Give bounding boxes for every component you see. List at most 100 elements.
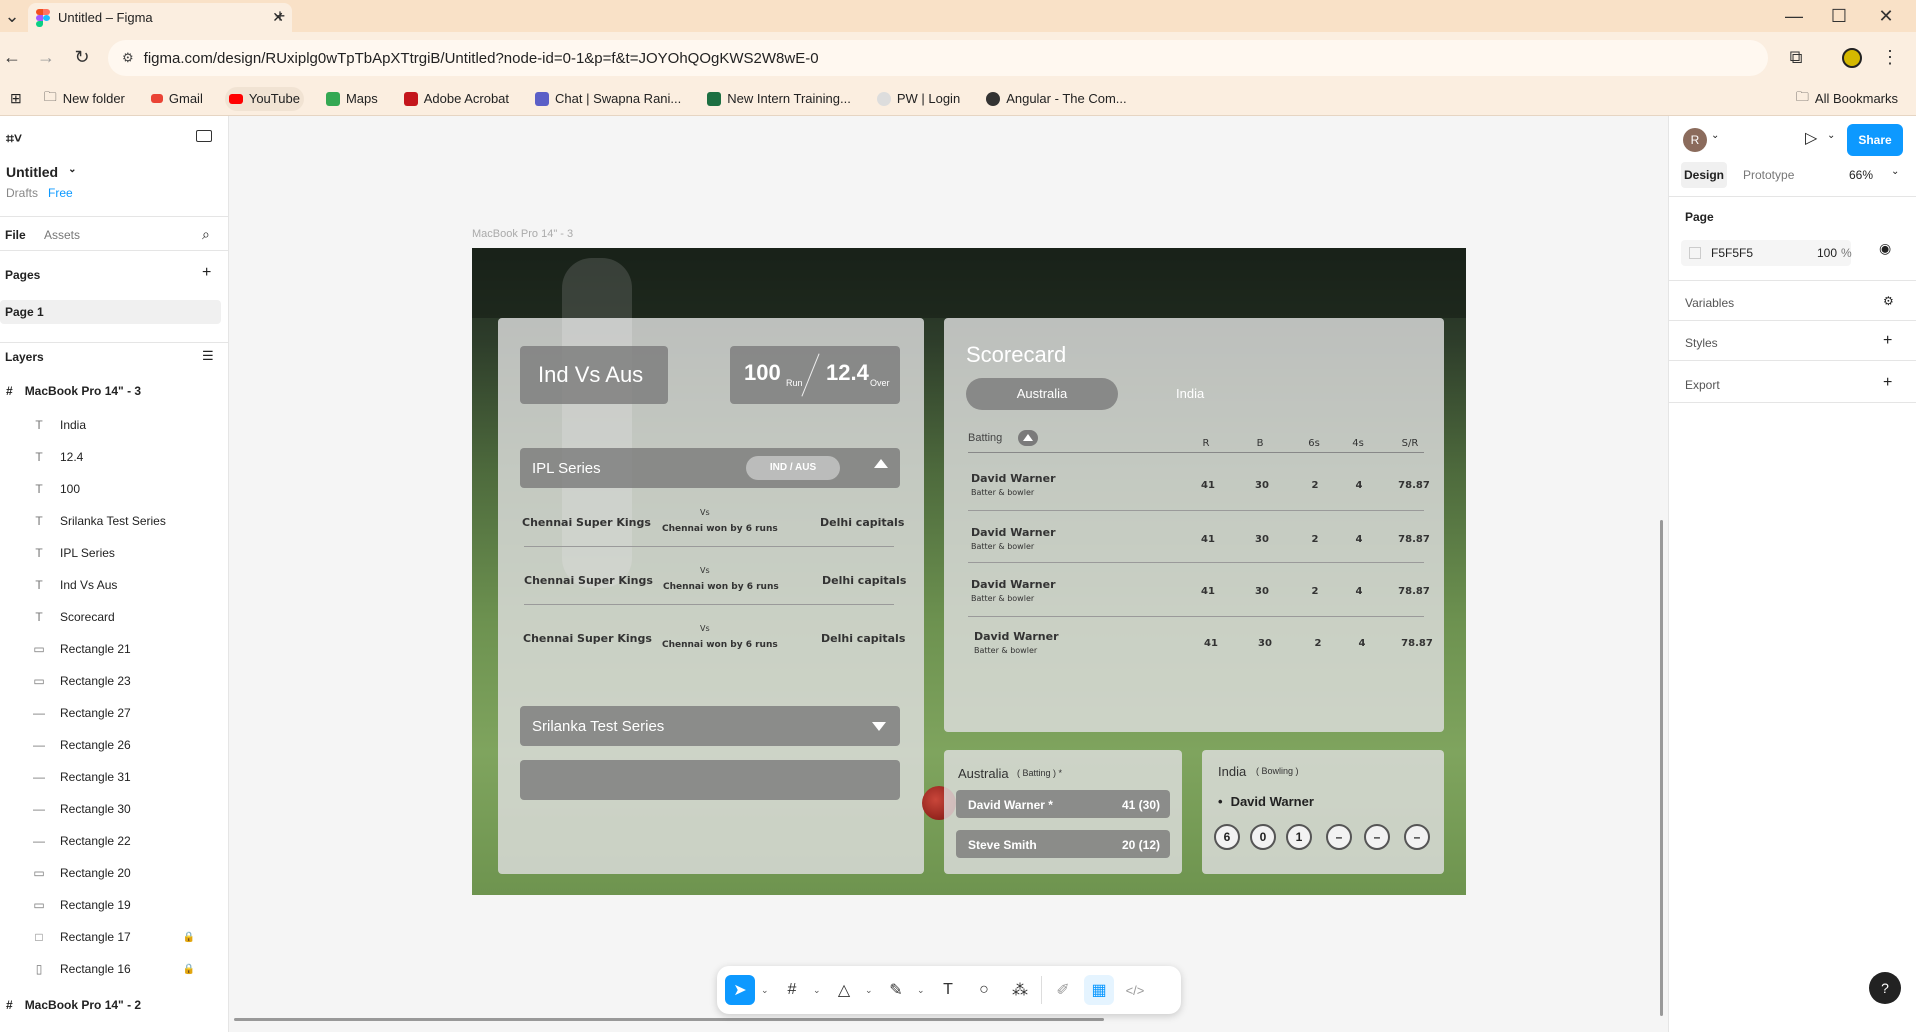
layer-item[interactable]: T 100 [0, 473, 229, 505]
add-export-icon[interactable]: + [1883, 374, 1892, 392]
chevron-down-icon[interactable]: ⌄ [1827, 130, 1835, 141]
bookmark-new-folder[interactable]: 🗀 New folder [40, 87, 129, 111]
frame-tool-icon[interactable]: # [777, 975, 807, 1005]
draw-mode-icon[interactable]: ✐ [1048, 975, 1078, 1005]
chevron-down-icon[interactable]: ⌄ [917, 985, 927, 996]
layer-item[interactable]: T India [0, 409, 229, 441]
profile-avatar[interactable] [1842, 48, 1862, 68]
lock-icon[interactable]: 🔒 [183, 932, 195, 943]
srilanka-series-header[interactable]: Srilanka Test Series [520, 706, 900, 746]
sidebar-toggle-icon[interactable] [196, 130, 212, 142]
add-style-icon[interactable]: + [1883, 332, 1892, 350]
current-batsman-2[interactable]: Steve Smith 20 (12) [956, 830, 1170, 858]
horizontal-scrollbar[interactable] [234, 1018, 1104, 1021]
empty-series-bar[interactable] [520, 760, 900, 800]
layer-item[interactable]: T Scorecard [0, 601, 229, 633]
bookmark-maps[interactable]: Maps [322, 87, 382, 111]
main-menu-icon[interactable]: ⌗˅ [6, 130, 22, 147]
variables-settings-icon[interactable]: ⚙ [1883, 294, 1894, 308]
layer-item[interactable]: □ Rectangle 17 🔒 [0, 921, 229, 953]
move-tool-icon[interactable]: ➤ [725, 975, 755, 1005]
tab-prototype[interactable]: Prototype [1743, 168, 1794, 182]
add-page-icon[interactable]: + [202, 264, 211, 282]
design-mode-icon[interactable]: ▦ [1084, 975, 1114, 1005]
bookmark-chat[interactable]: Chat | Swapna Rani... [531, 87, 685, 111]
present-play-icon[interactable]: ▷ [1805, 128, 1817, 148]
layer-item[interactable]: ▯ Rectangle 16 🔒 [0, 953, 229, 985]
apps-grid-icon[interactable]: ⊞ [10, 90, 22, 107]
match-title[interactable]: Ind Vs Aus [520, 346, 668, 404]
drafts-link[interactable]: Drafts [6, 186, 38, 200]
tab-design[interactable]: Design [1681, 162, 1727, 188]
all-bookmarks[interactable]: 🗀 All Bookmarks [1792, 87, 1902, 111]
site-info-icon[interactable]: ⚙ [122, 50, 134, 66]
chevron-down-icon[interactable]: ⌄ [865, 985, 875, 996]
layer-item[interactable]: — Rectangle 30 [0, 793, 229, 825]
layer-item[interactable]: ▭ Rectangle 19 [0, 889, 229, 921]
layer-item[interactable]: — Rectangle 31 [0, 761, 229, 793]
batting-toggle[interactable] [1018, 430, 1038, 446]
layer-item[interactable]: — Rectangle 26 [0, 729, 229, 761]
extensions-icon[interactable]: ⧉ [1784, 45, 1808, 69]
bookmark-youtube[interactable]: YouTube [224, 86, 304, 111]
layer-item[interactable]: — Rectangle 27 [0, 697, 229, 729]
close-window-icon[interactable]: ✕ [1874, 4, 1898, 28]
layer-item[interactable]: ▭ Rectangle 20 [0, 857, 229, 889]
share-button[interactable]: Share [1847, 124, 1903, 156]
help-button[interactable]: ? [1869, 972, 1901, 1004]
plan-badge[interactable]: Free [48, 186, 73, 200]
expand-down-icon[interactable] [872, 722, 886, 731]
page-item-page-1[interactable]: Page 1 [0, 300, 221, 324]
layer-item[interactable]: T IPL Series [0, 537, 229, 569]
frame-label[interactable]: MacBook Pro 14" - 3 [472, 228, 573, 240]
visibility-eye-icon[interactable]: ◉ [1879, 240, 1891, 257]
file-name[interactable]: Untitled ⌄ [6, 164, 77, 180]
bookmark-pw-login[interactable]: PW | Login [873, 87, 964, 111]
layer-item[interactable]: ▭ Rectangle 23 [0, 665, 229, 697]
pen-tool-icon[interactable]: ✎ [881, 975, 911, 1005]
collapse-up-icon[interactable] [874, 459, 888, 468]
bookmark-angular[interactable]: Angular - The Com... [982, 87, 1130, 111]
bookmark-intern-training[interactable]: New Intern Training... [703, 87, 855, 111]
search-icon[interactable]: ⌕ [202, 226, 210, 243]
chevron-down-icon[interactable]: ⌄ [1711, 130, 1719, 141]
ipl-series-header[interactable]: IPL Series IND / AUS [520, 448, 900, 488]
chevron-down-icon[interactable]: ⌄ [1891, 166, 1899, 177]
layer-frame-2[interactable]: # MacBook Pro 14" - 2 [6, 998, 141, 1012]
layer-item[interactable]: T Ind Vs Aus [0, 569, 229, 601]
layer-item[interactable]: ▭ Rectangle 21 [0, 633, 229, 665]
zoom-level[interactable]: 66% [1849, 168, 1873, 182]
tab-australia[interactable]: Australia [966, 378, 1118, 410]
maximize-icon[interactable]: ☐ [1827, 4, 1851, 28]
url-bar[interactable]: ⚙ figma.com/design/RUxiplg0wTpTbApXTtrgi… [108, 40, 1768, 76]
reload-icon[interactable]: ↻ [70, 45, 94, 69]
current-batsman-1[interactable]: David Warner * 41 (30) [956, 790, 1170, 818]
page-opacity-value[interactable]: 100 [1817, 246, 1837, 260]
lock-icon[interactable]: 🔒 [183, 964, 195, 975]
layer-item[interactable]: — Rectangle 22 [0, 825, 229, 857]
browser-tab[interactable]: Untitled – Figma ✕ [28, 3, 292, 32]
minimize-icon[interactable]: — [1782, 4, 1806, 28]
chrome-menu-icon[interactable]: ⋮ [1878, 45, 1902, 69]
page-fill-field[interactable]: F5F5F5 100 % [1681, 240, 1852, 266]
tab-file[interactable]: File [5, 228, 26, 242]
ipl-badge[interactable]: IND / AUS [746, 456, 840, 480]
dev-mode-icon[interactable]: </> [1120, 975, 1150, 1005]
tab-india[interactable]: India [1176, 386, 1204, 401]
bookmark-gmail[interactable]: Gmail [147, 87, 207, 111]
tab-list-chevron-icon[interactable]: ⌄ [0, 4, 24, 28]
chevron-down-icon[interactable]: ⌄ [813, 985, 823, 996]
design-frame[interactable]: Ind Vs Aus 100 Run 12.4 Over IPL Series … [472, 248, 1466, 895]
layer-item[interactable]: T Srilanka Test Series [0, 505, 229, 537]
chevron-down-icon[interactable]: ⌄ [761, 985, 771, 996]
back-icon[interactable]: ← [0, 45, 24, 69]
tab-assets[interactable]: Assets [44, 228, 80, 242]
text-tool-icon[interactable]: T [933, 975, 963, 1005]
new-tab-icon[interactable]: + [268, 4, 292, 28]
color-swatch[interactable] [1689, 247, 1701, 259]
bookmark-adobe-acrobat[interactable]: Adobe Acrobat [400, 87, 513, 111]
comment-tool-icon[interactable]: ○ [969, 975, 999, 1005]
page-color-value[interactable]: F5F5F5 [1711, 246, 1753, 260]
layer-frame-3[interactable]: # MacBook Pro 14" - 3 [6, 384, 141, 398]
components-tool-icon[interactable]: ⁂ [1005, 975, 1035, 1005]
